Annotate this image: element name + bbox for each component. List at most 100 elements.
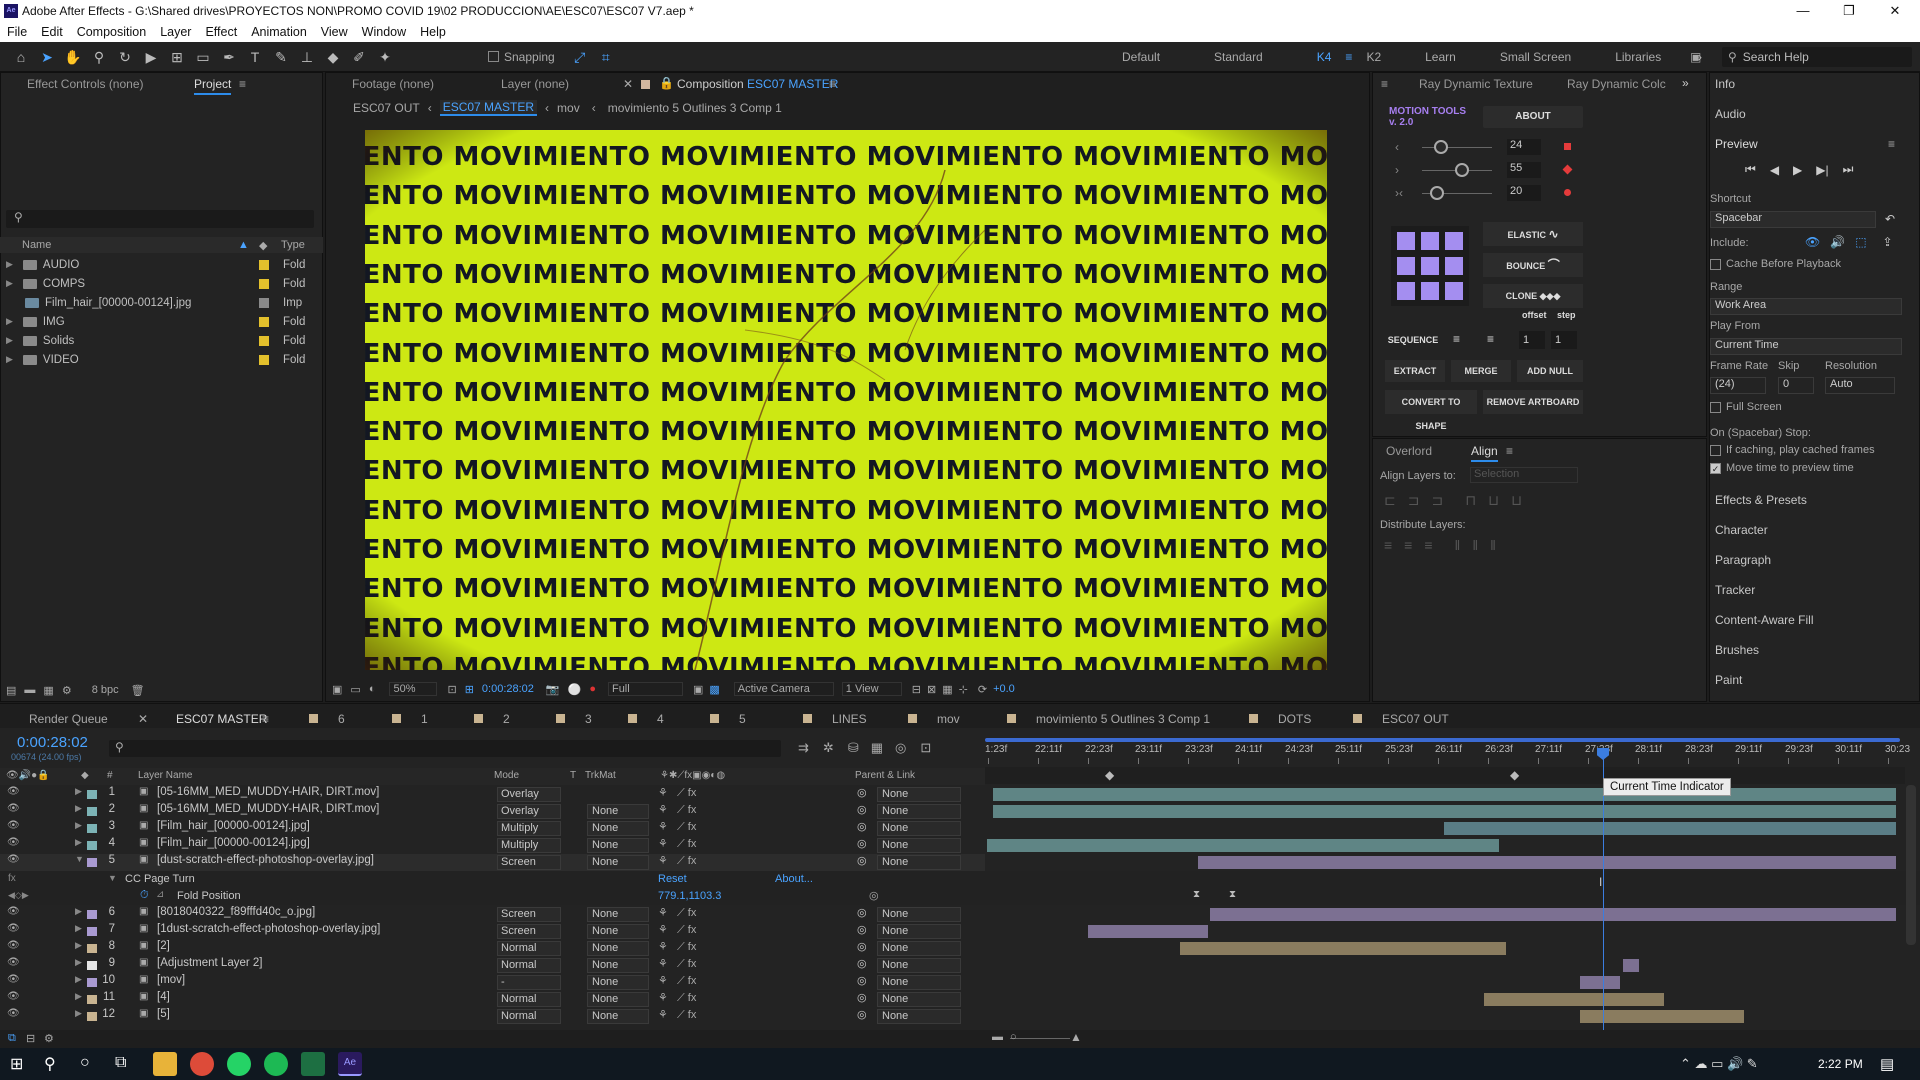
include-audio-icon[interactable]: 🔊: [1830, 235, 1845, 249]
project-item[interactable]: ▶ VIDEO Fold: [6, 350, 316, 369]
keyframe-diamond-icon[interactable]: [1562, 164, 1573, 175]
new-comp-icon[interactable]: ▦: [43, 684, 53, 697]
layer-name[interactable]: [2]: [157, 940, 170, 952]
elastic-button[interactable]: ELASTIC ∿: [1483, 222, 1583, 246]
resolution-select[interactable]: Full: [607, 682, 683, 696]
pan-behind-tool-icon[interactable]: ⊞: [166, 46, 188, 68]
notifications-icon[interactable]: ▤: [1880, 1055, 1894, 1073]
tab-composition[interactable]: Composition ESC07 MASTER: [677, 77, 838, 91]
tab-comp-1[interactable]: 1: [392, 712, 428, 726]
menu-view[interactable]: View: [321, 25, 348, 39]
expand-arrow-icon[interactable]: ▶: [6, 354, 13, 365]
parent-select[interactable]: None: [877, 941, 961, 956]
toggle-render-time-icon[interactable]: ⚙: [44, 1032, 54, 1045]
play-from-select[interactable]: Current Time: [1710, 338, 1902, 355]
keyframe-icon[interactable]: ⧗: [1229, 889, 1236, 900]
ease-both-slider[interactable]: [1430, 186, 1444, 200]
tab-effect-controls[interactable]: Effect Controls (none): [27, 77, 144, 91]
workspace-libraries[interactable]: Libraries: [1615, 50, 1661, 64]
layer-row[interactable]: 👁 ▶ 4 ▣ [Film_hair_[00000-00124].jpg] Multipl…: [0, 837, 985, 854]
tab-align[interactable]: Align: [1471, 444, 1498, 462]
project-item[interactable]: ▶ AUDIO Fold: [6, 255, 316, 274]
menu-file[interactable]: File: [7, 25, 27, 39]
mode-select[interactable]: Multiply: [497, 821, 561, 836]
project-item[interactable]: ▶ Solids Fold: [6, 331, 316, 350]
paragraph-tab[interactable]: Paragraph: [1715, 553, 1771, 567]
info-panel-tab[interactable]: Info: [1715, 77, 1735, 91]
project-search-input[interactable]: ⚲: [6, 210, 314, 228]
layer-search-input[interactable]: ⚲: [109, 740, 781, 757]
after-effects-taskbar-icon[interactable]: Ae: [338, 1052, 362, 1076]
parent-select[interactable]: None: [877, 1009, 961, 1024]
parent-select[interactable]: None: [877, 975, 961, 990]
expand-arrow-icon[interactable]: ▶: [75, 940, 82, 951]
workspace-learn[interactable]: Learn: [1425, 50, 1456, 64]
layer-switches[interactable]: ⚘ ⟋ fx: [658, 820, 696, 834]
marker-icon[interactable]: ◆: [1105, 768, 1114, 782]
shy-icon[interactable]: ⛁: [848, 740, 859, 756]
tab-esc07-out[interactable]: ESC07 OUT: [1353, 712, 1449, 726]
eye-icon[interactable]: 👁: [7, 854, 20, 865]
anchor-center[interactable]: [1421, 257, 1439, 275]
mode-select[interactable]: Screen: [497, 855, 561, 870]
anchor-left[interactable]: [1397, 257, 1415, 275]
export-icon[interactable]: ⇪: [1883, 235, 1893, 249]
keyframe-square-icon[interactable]: [1564, 143, 1571, 150]
tab-lines[interactable]: LINES: [803, 712, 867, 726]
mode-select[interactable]: Normal: [497, 1009, 561, 1024]
bpc-label[interactable]: 8 bpc: [92, 684, 119, 696]
layer-switches[interactable]: ⚘ ⟋ fx: [658, 906, 696, 920]
layer-name[interactable]: [05-16MM_MED_MUDDY-HAIR, DIRT.mov]: [157, 803, 379, 815]
layer-row[interactable]: 👁 ▶ 9 ▣ [Adjustment Layer 2] Normal None ⚘ ⟋ fx…: [0, 957, 985, 974]
trkmat-select[interactable]: None: [587, 838, 649, 853]
switches-header-icon[interactable]: ⚘✱⟋fx▣◉◐◍: [660, 770, 725, 781]
name-column[interactable]: Name: [22, 239, 51, 251]
mode-select[interactable]: Normal: [497, 992, 561, 1007]
snap-grid-icon[interactable]: ⌗: [595, 46, 617, 68]
snapping-checkbox[interactable]: [488, 51, 499, 62]
full-screen-option[interactable]: Full Screen: [1710, 401, 1782, 413]
new-folder-icon[interactable]: ▬: [24, 684, 35, 696]
cache-checkbox[interactable]: [1710, 258, 1721, 270]
sequence-button[interactable]: SEQUENCE: [1385, 329, 1441, 351]
toggle-modes-icon[interactable]: ⊟: [26, 1032, 35, 1045]
camera-tool-icon[interactable]: ▶: [140, 46, 162, 68]
project-item[interactable]: Film_hair_[00000-00124].jpg Imp: [6, 293, 316, 312]
breadcrumb-esc07-out[interactable]: ESC07 OUT: [353, 101, 420, 115]
audio-panel-tab[interactable]: Audio: [1715, 107, 1746, 121]
close-icon[interactable]: ✕: [1872, 0, 1918, 22]
work-area-bar[interactable]: [985, 738, 1900, 742]
workspace-default[interactable]: Default: [1122, 50, 1160, 64]
expand-arrow-icon[interactable]: ▶: [75, 923, 82, 934]
mode-select[interactable]: Normal: [497, 941, 561, 956]
remove-artboard-button[interactable]: REMOVE ARTBOARD: [1483, 390, 1583, 414]
draft-3d-icon[interactable]: ✲: [823, 740, 834, 756]
channel-icon[interactable]: ●: [589, 683, 596, 695]
hand-tool-icon[interactable]: ✋: [62, 46, 84, 68]
layer-switches[interactable]: ⚘ ⟋ fx: [658, 940, 696, 954]
label-column-icon[interactable]: ◆: [81, 770, 89, 781]
layer-duration-bar[interactable]: [1444, 822, 1896, 835]
trkmat-select[interactable]: None: [587, 941, 649, 956]
tab-render-queue[interactable]: Render Queue: [29, 712, 108, 726]
close-tab-icon[interactable]: ✕: [138, 712, 148, 726]
search-help-field[interactable]: ⚲ Search Help: [1722, 47, 1912, 67]
tab-movimiento[interactable]: movimiento 5 Outlines 3 Comp 1: [1007, 712, 1210, 726]
search-icon[interactable]: ⚲: [44, 1054, 56, 1074]
puppet-tool-icon[interactable]: ✦: [374, 46, 396, 68]
eye-icon[interactable]: 👁: [7, 1008, 20, 1019]
keyframe-circle-icon[interactable]: [1564, 189, 1571, 196]
layer-name[interactable]: [4]: [157, 991, 170, 1003]
layer-duration-bar[interactable]: [993, 788, 1896, 801]
layer-switches[interactable]: ⚘ ⟋ fx: [658, 974, 696, 988]
keyframe-navigator-icon[interactable]: ◀◇▶: [8, 890, 29, 901]
eye-icon[interactable]: 👁: [7, 974, 20, 985]
shortcut-select[interactable]: Spacebar: [1710, 211, 1876, 228]
always-preview-icon[interactable]: ▣: [332, 683, 342, 696]
more-tabs-icon[interactable]: »: [1682, 76, 1689, 90]
pick-whip-icon[interactable]: ◎: [857, 837, 867, 850]
step-input[interactable]: 1: [1551, 331, 1577, 349]
pick-whip-icon[interactable]: ◎: [857, 957, 867, 970]
mode-select[interactable]: Multiply: [497, 838, 561, 853]
preview-panel-tab[interactable]: Preview: [1715, 137, 1758, 151]
